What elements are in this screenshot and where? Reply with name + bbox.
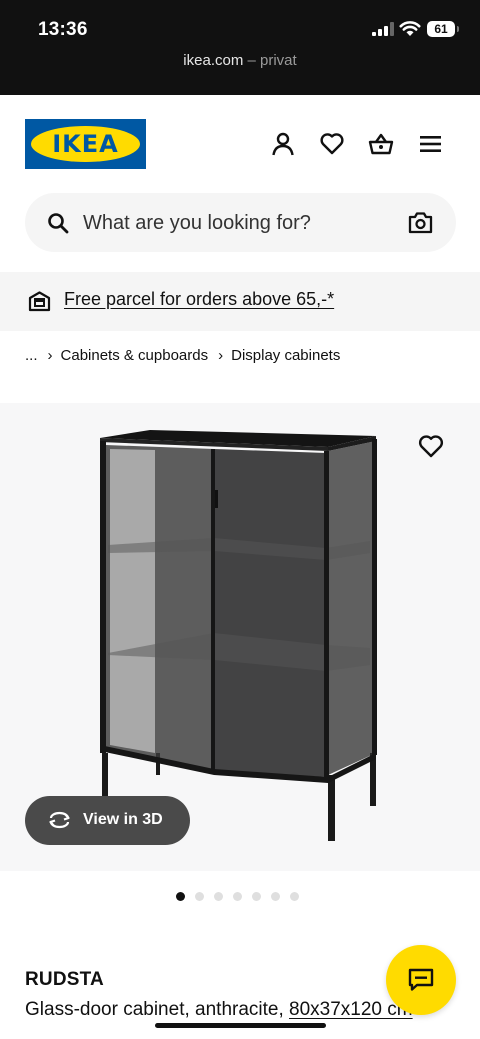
gallery-dot[interactable]: [176, 892, 185, 901]
clock: 13:36: [38, 19, 88, 40]
product-description: Glass-door cabinet, anthracite, 80x37x12…: [25, 999, 413, 1021]
search-icon[interactable]: [47, 212, 69, 234]
gallery-pagination: [176, 892, 299, 901]
gallery-dot[interactable]: [195, 892, 204, 901]
view-in-3d-label: View in 3D: [83, 811, 163, 828]
chat-button[interactable]: [386, 945, 456, 1015]
gallery-dot[interactable]: [290, 892, 299, 901]
menu-icon[interactable]: [418, 131, 444, 157]
cellular-signal-icon: [372, 22, 394, 36]
delivery-banner[interactable]: Free parcel for orders above 65,-*: [0, 272, 480, 331]
address-bar[interactable]: ikea.com – privat: [0, 52, 480, 69]
product-type-text: Glass-door cabinet, anthracite,: [25, 999, 290, 1020]
parcel-icon: [28, 291, 51, 312]
breadcrumb-item-display-cabinets[interactable]: Display cabinets: [231, 347, 340, 364]
browser-status-bar: 13:36 61 ikea.com – privat: [0, 0, 480, 95]
view-in-3d-button[interactable]: View in 3D: [25, 796, 190, 845]
basket-icon[interactable]: [368, 131, 394, 157]
chevron-right-icon: ›: [47, 347, 53, 364]
breadcrumb-item-cabinets[interactable]: Cabinets & cupboards: [61, 347, 209, 364]
gallery-dot[interactable]: [214, 892, 223, 901]
chat-bubble-icon: [408, 968, 434, 991]
heart-icon[interactable]: [319, 131, 345, 157]
ikea-logo[interactable]: IKEA: [25, 119, 146, 169]
home-indicator: [155, 1023, 326, 1028]
camera-search-icon[interactable]: [408, 211, 433, 234]
chevron-right-icon: ›: [218, 347, 224, 364]
gallery-dot[interactable]: [271, 892, 280, 901]
battery-indicator: 61: [427, 21, 459, 37]
logo-text: IKEA: [52, 130, 119, 158]
search-bar[interactable]: What are you looking for?: [25, 193, 456, 252]
delivery-banner-link[interactable]: Free parcel for orders above 65,-*: [64, 289, 334, 310]
url-separator: –: [243, 52, 261, 69]
product-name: RUDSTA: [25, 969, 104, 990]
account-icon[interactable]: [270, 131, 296, 157]
breadcrumb: ... › Cabinets & cupboards › Display cabinet…: [25, 347, 340, 364]
wifi-icon: [399, 21, 421, 36]
url-host: ikea.com: [183, 52, 244, 69]
breadcrumb-ellipsis[interactable]: ...: [25, 347, 38, 364]
gallery-dot[interactable]: [252, 892, 261, 901]
url-mode: privat: [260, 52, 297, 69]
rotate-3d-icon: [49, 811, 70, 829]
search-input[interactable]: What are you looking for?: [83, 212, 311, 235]
add-to-wishlist-heart-icon[interactable]: [417, 433, 445, 459]
gallery-dot[interactable]: [233, 892, 242, 901]
